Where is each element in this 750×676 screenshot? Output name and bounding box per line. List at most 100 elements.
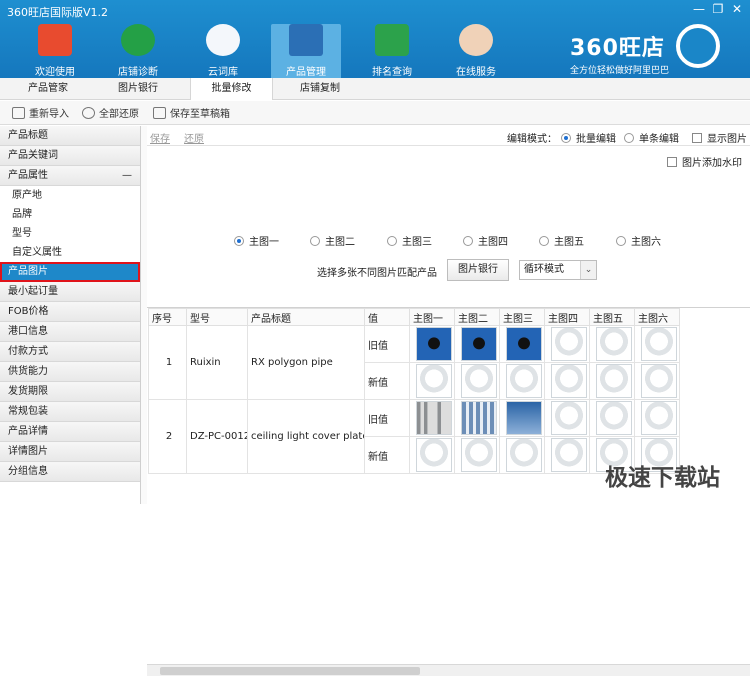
product-image-thumbnail[interactable] [505, 327, 542, 361]
placeholder-image-icon [640, 401, 677, 435]
edit-mode-label: 编辑模式： [507, 134, 557, 145]
tab-product-manager[interactable]: 产品管家 [20, 78, 76, 100]
horizontal-scrollbar[interactable] [147, 664, 750, 676]
radio-icon [310, 236, 320, 246]
sidebar-item-packaging[interactable]: 常规包装 [0, 402, 140, 422]
main-image-4-radio[interactable]: 主图四 [463, 233, 508, 248]
placeholder-image-icon [550, 327, 587, 361]
placeholder-image-icon[interactable] [550, 364, 587, 398]
add-watermark-checkbox[interactable]: 图片添加水印 [667, 154, 742, 169]
refresh-icon [82, 107, 95, 119]
column-header: 主图四 [544, 308, 590, 326]
nav-cloud-library[interactable]: 云词库 [188, 24, 258, 78]
product-image-thumbnail[interactable] [505, 401, 542, 435]
close-button[interactable]: ✕ [728, 2, 746, 16]
radio-icon [387, 236, 397, 246]
sidebar-item-model[interactable]: 型号 [0, 224, 140, 243]
placeholder-image-icon[interactable] [460, 438, 497, 472]
product-table: 序号 型号 产品标题值主图一 主图二 主图三 主图四 主图五 主图六 1 Ruixin RX po… [148, 308, 680, 474]
tab-image-bank[interactable]: 图片银行 [110, 78, 166, 100]
main-image-3-radio[interactable]: 主图三 [387, 233, 432, 248]
column-header: 主图三 [499, 308, 545, 326]
sidebar-item-delivery-time[interactable]: 发货期限 [0, 382, 140, 402]
sidebar-item-attributes[interactable]: 产品属性 — [0, 166, 140, 186]
product-image-thumbnail[interactable] [460, 327, 497, 361]
toolbar: 重新导入 全部还原 保存至草稿箱 [0, 101, 750, 125]
brand: 360旺店 全方位轻松做好阿里巴巴 [570, 36, 670, 76]
radio-selected-icon [561, 133, 571, 143]
save-link[interactable]: 保存 [150, 130, 170, 145]
column-header: 主图六 [634, 308, 680, 326]
sidebar-item-min-order[interactable]: 最小起订量 [0, 282, 140, 302]
brand-logo-icon [676, 24, 720, 68]
nav-welcome[interactable]: 欢迎使用 [20, 24, 90, 78]
save-draft-button[interactable]: 保存至草稿箱 [153, 105, 230, 120]
sidebar-item-keywords[interactable]: 产品关键词 [0, 146, 140, 166]
placeholder-image-icon[interactable] [505, 438, 542, 472]
column-header: 型号 [186, 308, 248, 326]
product-image-thumbnail[interactable] [415, 327, 452, 361]
placeholder-image-icon[interactable] [595, 364, 632, 398]
column-header: 主图五 [589, 308, 635, 326]
sidebar-item-detail-images[interactable]: 详情图片 [0, 442, 140, 462]
loop-mode-select[interactable]: 循环模式 ⌄ [519, 260, 597, 280]
main-tabs: 产品管家 图片银行 批量修改 店铺复制 [0, 78, 750, 100]
nav-ranking-query[interactable]: 排名查询 [357, 24, 427, 78]
placeholder-image-icon[interactable] [640, 364, 677, 398]
radio-icon [463, 236, 473, 246]
sidebar-item-custom-attributes[interactable]: 自定义属性 [0, 243, 140, 262]
sidebar-item-fob-price[interactable]: FOB价格 [0, 302, 140, 322]
column-header: 序号 [148, 308, 187, 326]
placeholder-image-icon[interactable] [415, 438, 452, 472]
sidebar-item-origin[interactable]: 原产地 [0, 186, 140, 205]
main-image-6-radio[interactable]: 主图六 [616, 233, 661, 248]
table-row[interactable]: 1 Ruixin RX polygon pipe 旧值 [148, 325, 680, 400]
sidebar-item-port-info[interactable]: 港口信息 [0, 322, 140, 342]
column-header: 值 [364, 308, 410, 326]
import-icon [12, 107, 25, 119]
reimport-button[interactable]: 重新导入 [12, 105, 69, 120]
sidebar-item-payment[interactable]: 付款方式 [0, 342, 140, 362]
sidebar-item-product-details[interactable]: 产品详情 [0, 422, 140, 442]
image-selection-area: 图片添加水印 主图一 主图二 主图三 主图四 主图五 主图六 选择多张不同图片匹… [147, 151, 750, 311]
collapse-icon[interactable]: — [122, 166, 132, 186]
sidebar-item-brand[interactable]: 品牌 [0, 205, 140, 224]
table-row[interactable]: 2 DZ-PC-0012 ceiling light cover plate 旧值 [148, 399, 680, 474]
radar-icon [121, 24, 155, 56]
main-image-1-radio[interactable]: 主图一 [234, 233, 279, 248]
main-image-5-radio[interactable]: 主图五 [539, 233, 584, 248]
app-title: 360旺店国际版V1.2 [7, 6, 109, 19]
main-panel: 保存 还原 编辑模式： 批量编辑 单条编辑 显示图片 图片添加水印 主图一 主图… [147, 126, 750, 676]
placeholder-image-icon [595, 327, 632, 361]
single-edit-radio[interactable]: 单条编辑 [624, 130, 679, 145]
show-image-checkbox[interactable]: 显示图片 [692, 130, 747, 145]
main-image-2-radio[interactable]: 主图二 [310, 233, 355, 248]
tab-store-copy[interactable]: 店铺复制 [292, 78, 348, 100]
edit-top-bar: 保存 还原 编辑模式： 批量编辑 单条编辑 显示图片 [147, 126, 750, 146]
tab-batch-edit[interactable]: 批量修改 [190, 78, 273, 100]
table-header: 序号 型号 产品标题值主图一 主图二 主图三 主图四 主图五 主图六 [148, 308, 680, 326]
minimize-button[interactable]: — [690, 2, 708, 16]
placeholder-image-icon[interactable] [505, 364, 542, 398]
restore-button[interactable]: ❐ [709, 2, 727, 16]
batch-edit-radio[interactable]: 批量编辑 [561, 130, 616, 145]
image-bank-button[interactable]: 图片银行 [447, 259, 509, 281]
scroll-thumb[interactable] [160, 667, 420, 675]
placeholder-image-icon[interactable] [550, 438, 587, 472]
product-image-thumbnail[interactable] [415, 401, 452, 435]
restore-link[interactable]: 还原 [184, 130, 204, 145]
checkbox-icon [692, 133, 702, 143]
placeholder-image-icon[interactable] [460, 364, 497, 398]
radio-selected-icon [234, 236, 244, 246]
nav-store-diagnosis[interactable]: 店铺诊断 [103, 24, 173, 78]
sidebar-item-supply-ability[interactable]: 供货能力 [0, 362, 140, 382]
restore-all-button[interactable]: 全部还原 [82, 105, 139, 120]
sidebar-item-group-info[interactable]: 分组信息 [0, 462, 140, 482]
placeholder-image-icon[interactable] [415, 364, 452, 398]
product-image-thumbnail[interactable] [460, 401, 497, 435]
nav-product-management[interactable]: 产品管理 [271, 24, 341, 78]
sidebar-item-product-title[interactable]: 产品标题 [0, 126, 140, 146]
nav-online-service[interactable]: 在线服务 [441, 24, 511, 78]
column-header: 主图二 [454, 308, 500, 326]
sidebar-item-product-images[interactable]: 产品图片 [0, 262, 140, 282]
